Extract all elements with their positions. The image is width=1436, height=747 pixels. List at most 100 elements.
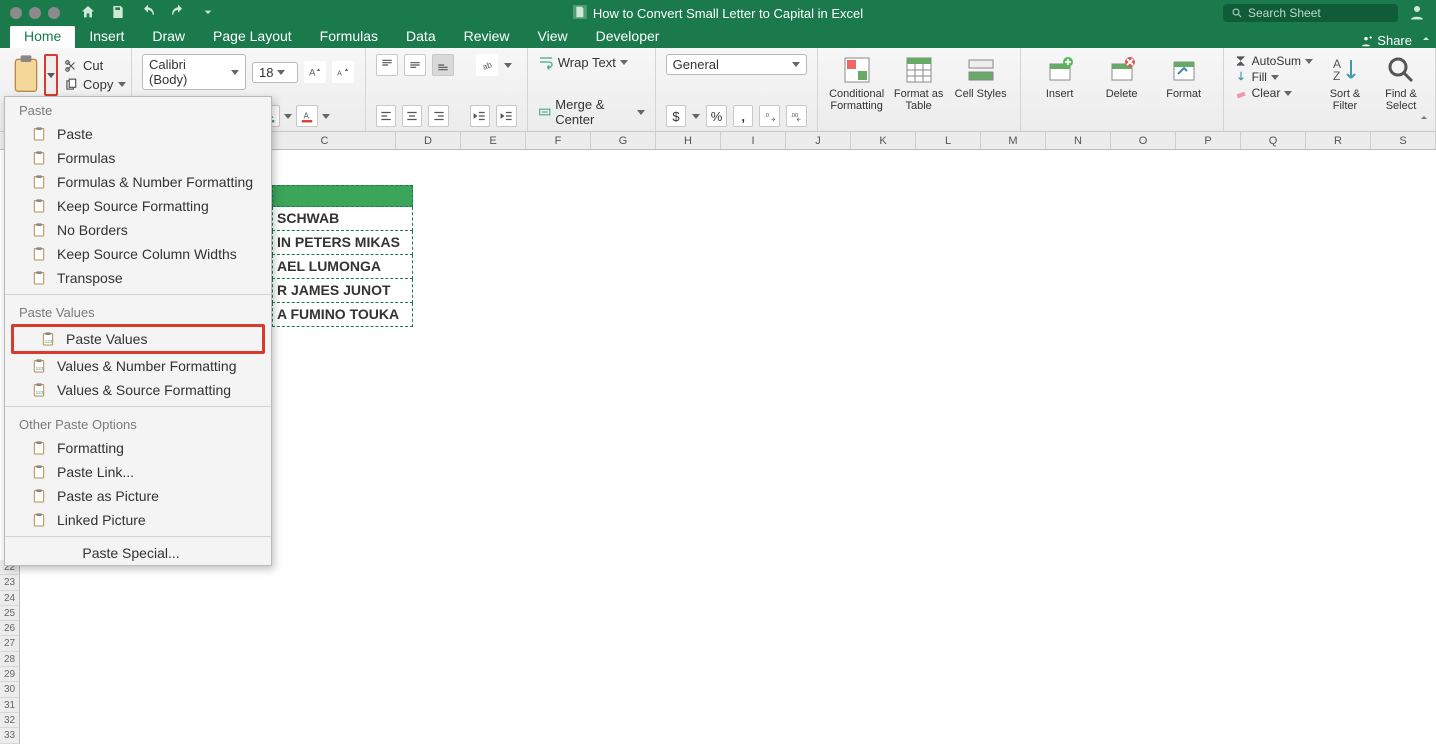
align-right-icon[interactable] bbox=[428, 105, 448, 127]
column-header[interactable]: O bbox=[1111, 132, 1176, 149]
menu-item-no-borders[interactable]: No Borders bbox=[5, 218, 271, 242]
column-header[interactable]: G bbox=[591, 132, 656, 149]
percent-icon[interactable]: % bbox=[706, 105, 727, 127]
menu-item-paste-link[interactable]: Paste Link... bbox=[5, 460, 271, 484]
column-header[interactable]: Q bbox=[1241, 132, 1306, 149]
align-top-icon[interactable] bbox=[376, 54, 398, 76]
decrease-font-icon[interactable]: A bbox=[332, 61, 354, 83]
increase-decimal-icon[interactable]: .0 bbox=[759, 105, 780, 127]
wrap-text-button[interactable]: Wrap Text bbox=[538, 54, 645, 70]
tab-formulas[interactable]: Formulas bbox=[306, 25, 392, 48]
cell-styles-button[interactable]: Cell Styles bbox=[952, 54, 1010, 127]
align-bottom-icon[interactable] bbox=[432, 54, 454, 76]
menu-item-values-number-formatting[interactable]: 123Values & Number Formatting bbox=[5, 354, 271, 378]
merge-center-button[interactable]: Merge & Center bbox=[538, 97, 645, 127]
column-header[interactable]: M bbox=[981, 132, 1046, 149]
selected-cell[interactable]: R JAMES JUNOT bbox=[272, 279, 413, 303]
column-header[interactable]: S bbox=[1371, 132, 1436, 149]
menu-item-paste-values[interactable]: 123Paste Values bbox=[14, 327, 262, 351]
menu-item-formulas-number-formatting[interactable]: Formulas & Number Formatting bbox=[5, 170, 271, 194]
column-header[interactable]: N bbox=[1046, 132, 1111, 149]
column-header[interactable]: E bbox=[461, 132, 526, 149]
column-header[interactable]: D bbox=[396, 132, 461, 149]
row-header[interactable]: 29 bbox=[0, 667, 20, 682]
row-header[interactable]: 23 bbox=[0, 575, 20, 590]
column-header[interactable]: I bbox=[721, 132, 786, 149]
tab-insert[interactable]: Insert bbox=[75, 25, 138, 48]
menu-item-paste-as-picture[interactable]: Paste as Picture bbox=[5, 484, 271, 508]
row-header[interactable]: 33 bbox=[0, 728, 20, 743]
increase-font-icon[interactable]: A bbox=[304, 61, 326, 83]
selected-cell[interactable]: A FUMINO TOUKA bbox=[272, 303, 413, 327]
undo-icon[interactable] bbox=[140, 4, 156, 23]
increase-indent-icon[interactable] bbox=[496, 105, 516, 127]
font-size-select[interactable]: 18 bbox=[252, 62, 298, 83]
user-icon[interactable] bbox=[1408, 3, 1426, 24]
row-header[interactable]: 30 bbox=[0, 682, 20, 697]
zoom-window-icon[interactable] bbox=[48, 7, 60, 19]
insert-cells-button[interactable]: Insert bbox=[1031, 54, 1089, 127]
autosum-button[interactable]: AutoSum bbox=[1234, 54, 1313, 68]
share-button[interactable]: Share bbox=[1359, 33, 1420, 48]
font-color-icon[interactable]: A bbox=[296, 105, 318, 127]
column-header[interactable]: P bbox=[1176, 132, 1241, 149]
menu-item-linked-picture[interactable]: Linked Picture bbox=[5, 508, 271, 532]
close-window-icon[interactable] bbox=[10, 7, 22, 19]
selected-cell[interactable] bbox=[272, 185, 413, 207]
row-header[interactable]: 31 bbox=[0, 698, 20, 713]
column-header[interactable]: H bbox=[656, 132, 721, 149]
cut-button[interactable]: Cut bbox=[64, 58, 126, 73]
save-icon[interactable] bbox=[110, 4, 126, 23]
menu-item-keep-source-formatting[interactable]: Keep Source Formatting bbox=[5, 194, 271, 218]
tab-data[interactable]: Data bbox=[392, 25, 450, 48]
column-header[interactable]: J bbox=[786, 132, 851, 149]
search-sheet-input[interactable]: Search Sheet bbox=[1223, 4, 1398, 22]
selected-cell[interactable]: SCHWAB bbox=[272, 207, 413, 231]
menu-item-formatting[interactable]: Formatting bbox=[5, 436, 271, 460]
redo-icon[interactable] bbox=[170, 4, 186, 23]
currency-icon[interactable]: $ bbox=[666, 105, 687, 127]
paste-dropdown-button[interactable] bbox=[44, 54, 58, 96]
align-left-icon[interactable] bbox=[376, 105, 396, 127]
row-header[interactable]: 26 bbox=[0, 621, 20, 636]
tab-draw[interactable]: Draw bbox=[138, 25, 199, 48]
menu-item-formulas[interactable]: Formulas bbox=[5, 146, 271, 170]
tab-developer[interactable]: Developer bbox=[582, 25, 674, 48]
decrease-indent-icon[interactable] bbox=[470, 105, 490, 127]
decrease-decimal-icon[interactable]: .00 bbox=[786, 105, 807, 127]
orientation-icon[interactable]: ab bbox=[476, 54, 498, 76]
row-header[interactable]: 28 bbox=[0, 652, 20, 667]
comma-icon[interactable]: , bbox=[733, 105, 754, 127]
format-cells-button[interactable]: Format bbox=[1155, 54, 1213, 127]
column-header[interactable]: C bbox=[254, 132, 396, 149]
menu-item-values-source-formatting[interactable]: 123Values & Source Formatting bbox=[5, 378, 271, 402]
row-header[interactable]: 32 bbox=[0, 713, 20, 728]
qat-dropdown-icon[interactable] bbox=[200, 4, 216, 23]
font-name-select[interactable]: Calibri (Body) bbox=[142, 54, 246, 90]
clear-button[interactable]: Clear bbox=[1234, 86, 1313, 100]
column-header[interactable]: K bbox=[851, 132, 916, 149]
ribbon-collapse-icon[interactable] bbox=[1418, 112, 1430, 127]
menu-item-keep-source-column-widths[interactable]: Keep Source Column Widths bbox=[5, 242, 271, 266]
number-format-select[interactable]: General bbox=[666, 54, 807, 75]
menu-item-paste[interactable]: Paste bbox=[5, 122, 271, 146]
conditional-formatting-button[interactable]: Conditional Formatting bbox=[828, 54, 886, 127]
fill-button[interactable]: Fill bbox=[1234, 70, 1313, 84]
paste-button[interactable] bbox=[10, 54, 42, 96]
selected-cell[interactable]: IN PETERS MIKAS bbox=[272, 231, 413, 255]
row-header[interactable]: 24 bbox=[0, 591, 20, 606]
selected-cell[interactable]: AEL LUMONGA bbox=[272, 255, 413, 279]
menu-item-paste-special[interactable]: Paste Special... bbox=[5, 541, 271, 565]
row-header[interactable]: 25 bbox=[0, 606, 20, 621]
tab-home[interactable]: Home bbox=[10, 25, 75, 48]
collapse-ribbon-icon[interactable] bbox=[1420, 32, 1436, 48]
align-middle-icon[interactable] bbox=[404, 54, 426, 76]
delete-cells-button[interactable]: Delete bbox=[1093, 54, 1151, 127]
tab-review[interactable]: Review bbox=[450, 25, 524, 48]
minimize-window-icon[interactable] bbox=[29, 7, 41, 19]
window-controls[interactable] bbox=[10, 7, 60, 19]
home-icon[interactable] bbox=[80, 4, 96, 23]
column-header[interactable]: F bbox=[526, 132, 591, 149]
format-as-table-button[interactable]: Format as Table bbox=[890, 54, 948, 127]
tab-view[interactable]: View bbox=[524, 25, 582, 48]
